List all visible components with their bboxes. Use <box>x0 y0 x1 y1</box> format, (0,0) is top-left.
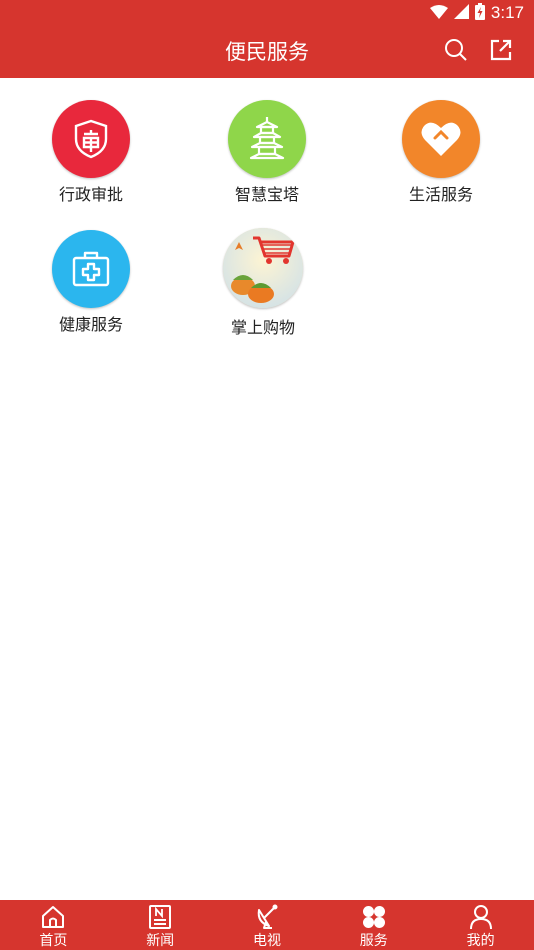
search-button[interactable] <box>443 39 469 65</box>
nav-item-services[interactable]: 服务 <box>320 900 427 950</box>
status-time: 3:17 <box>490 3 524 22</box>
bottom-nav: 首页 新闻 电视 服务 我的 <box>0 900 534 950</box>
search-icon <box>444 38 468 66</box>
nav-item-home[interactable]: 首页 <box>0 900 107 950</box>
nav-label: 服务 <box>359 933 388 949</box>
service-label: 掌上购物 <box>230 318 295 337</box>
status-bar: 3:17 <box>0 0 534 26</box>
status-icons: 3:17 <box>429 2 524 24</box>
service-label: 智慧宝塔 <box>234 185 299 204</box>
service-label: 行政审批 <box>58 185 123 204</box>
pagoda-icon <box>228 100 306 178</box>
nav-label: 新闻 <box>146 933 175 949</box>
signal-icon <box>453 3 469 23</box>
nav-item-profile[interactable]: 我的 <box>427 900 534 950</box>
nav-label: 我的 <box>466 933 495 949</box>
user-icon <box>468 904 494 930</box>
service-tile-pagoda[interactable]: 智慧宝塔 <box>178 78 356 204</box>
nav-label: 首页 <box>39 933 68 949</box>
service-tile-health[interactable]: 健康服务 <box>2 208 180 334</box>
app-bar: 便民服务 <box>0 26 534 78</box>
service-label: 生活服务 <box>408 185 473 204</box>
wifi-icon <box>429 4 448 23</box>
approval-shield-icon <box>52 100 130 178</box>
news-icon <box>147 904 173 930</box>
nav-item-news[interactable]: 新闻 <box>107 900 214 950</box>
nav-item-tv[interactable]: 电视 <box>214 900 321 950</box>
battery-charging-icon <box>474 2 485 24</box>
nav-label: 电视 <box>252 933 281 949</box>
service-tile-shopping[interactable]: 掌上购物 <box>174 208 352 337</box>
share-external-icon <box>489 38 513 66</box>
clover-grid-icon <box>361 904 387 930</box>
shopping-cart-icon <box>223 228 303 308</box>
heart-icon <box>402 100 480 178</box>
medical-kit-icon <box>52 230 130 308</box>
tv-dish-icon <box>254 904 280 930</box>
share-button[interactable] <box>488 39 514 65</box>
home-icon <box>40 904 66 930</box>
service-label: 健康服务 <box>58 315 123 334</box>
service-tile-approval[interactable]: 行政审批 <box>2 78 180 204</box>
service-tile-life[interactable]: 生活服务 <box>352 78 530 204</box>
